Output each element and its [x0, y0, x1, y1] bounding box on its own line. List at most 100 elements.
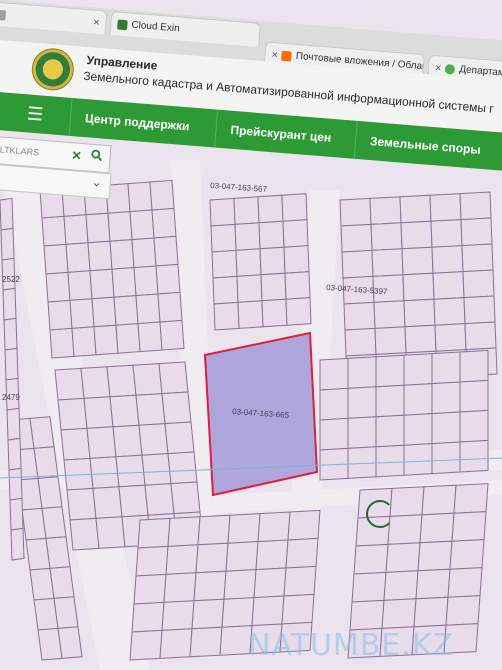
parcel[interactable]	[371, 248, 404, 277]
parcel[interactable]	[0, 197, 14, 231]
parcel[interactable]	[459, 439, 489, 473]
parcel[interactable]	[165, 544, 199, 575]
parcel[interactable]	[460, 217, 493, 247]
parcel[interactable]	[138, 423, 169, 456]
parcel[interactable]	[53, 596, 79, 629]
parcel[interactable]	[159, 628, 193, 659]
parcel[interactable]	[235, 248, 262, 277]
parcel[interactable]	[109, 394, 140, 428]
parcel[interactable]	[45, 536, 71, 569]
parcel[interactable]	[9, 497, 24, 531]
parcel[interactable]	[155, 263, 181, 295]
parcel[interactable]	[133, 265, 159, 297]
parcel[interactable]	[10, 527, 25, 561]
parcel[interactable]	[431, 441, 461, 475]
parcel[interactable]	[255, 539, 289, 571]
parcel[interactable]	[210, 223, 237, 253]
parcel[interactable]	[163, 572, 197, 603]
tab-close-icon[interactable]: ×	[93, 16, 100, 28]
parcel[interactable]	[107, 211, 133, 242]
parcel[interactable]	[69, 517, 100, 551]
parcel[interactable]	[399, 194, 432, 224]
parcel[interactable]	[370, 222, 403, 251]
parcel[interactable]	[151, 207, 177, 239]
parcel[interactable]	[433, 297, 466, 326]
parcel[interactable]	[127, 181, 153, 213]
parcel[interactable]	[95, 516, 126, 549]
parcel[interactable]	[374, 326, 407, 355]
parcel[interactable]	[41, 506, 67, 539]
parcel[interactable]	[236, 274, 263, 303]
parcel[interactable]	[7, 437, 22, 471]
parcel[interactable]	[431, 411, 461, 445]
parcel[interactable]	[29, 416, 55, 449]
parcel[interactable]	[431, 351, 461, 385]
parcel[interactable]	[287, 509, 321, 541]
parcel[interactable]	[212, 275, 239, 305]
parcel[interactable]	[115, 323, 141, 354]
parcel[interactable]	[167, 516, 201, 547]
parcel[interactable]	[164, 421, 195, 455]
parcel[interactable]	[189, 626, 223, 658]
parcel[interactable]	[404, 324, 437, 354]
parcel[interactable]	[375, 444, 405, 478]
parcel[interactable]	[434, 323, 467, 352]
parcel[interactable]	[281, 193, 308, 222]
parcel[interactable]	[319, 417, 349, 451]
parcel[interactable]	[131, 237, 157, 269]
parcel[interactable]	[149, 179, 175, 211]
parcel[interactable]	[284, 271, 311, 300]
parcel[interactable]	[351, 571, 387, 603]
parcel[interactable]	[71, 326, 97, 357]
parcel[interactable]	[285, 537, 319, 569]
parcel[interactable]	[69, 298, 95, 329]
parcel[interactable]	[83, 396, 114, 429]
parcel[interactable]	[225, 541, 259, 572]
parcel[interactable]	[221, 597, 255, 628]
parcel[interactable]	[431, 381, 461, 415]
parcel[interactable]	[213, 301, 240, 331]
parcel[interactable]	[195, 542, 229, 574]
parcel[interactable]	[383, 570, 419, 601]
parcel[interactable]	[60, 427, 91, 461]
parcel[interactable]	[135, 393, 166, 426]
parcel[interactable]	[115, 454, 146, 488]
parcel[interactable]	[251, 595, 285, 627]
parcel[interactable]	[463, 295, 496, 325]
parcel[interactable]	[462, 269, 495, 299]
parcel[interactable]	[118, 484, 149, 518]
parcel[interactable]	[89, 456, 120, 489]
parcel[interactable]	[197, 514, 231, 546]
parcel[interactable]	[259, 246, 286, 276]
parcel[interactable]	[80, 366, 111, 399]
parcel[interactable]	[133, 573, 167, 605]
parcel[interactable]	[33, 446, 59, 479]
parcel[interactable]	[385, 542, 421, 573]
parcel[interactable]	[343, 301, 376, 331]
parcel[interactable]	[135, 545, 169, 577]
parcel[interactable]	[161, 600, 195, 631]
parcel[interactable]	[464, 321, 497, 351]
parcel[interactable]	[403, 383, 433, 416]
parcel[interactable]	[349, 599, 385, 631]
parcel[interactable]	[417, 540, 453, 572]
parcel[interactable]	[339, 197, 372, 227]
tab-close-icon[interactable]: ×	[271, 48, 278, 60]
parcel[interactable]	[319, 387, 349, 421]
parcel[interactable]	[87, 240, 113, 272]
parcel[interactable]	[135, 293, 161, 325]
parcel[interactable]	[66, 487, 97, 521]
parcel[interactable]	[401, 246, 434, 276]
parcel[interactable]	[369, 196, 402, 225]
parcel[interactable]	[381, 598, 417, 629]
parcel[interactable]	[341, 249, 374, 279]
parcel[interactable]	[132, 363, 163, 396]
parcel[interactable]	[459, 349, 489, 383]
parcel[interactable]	[111, 267, 137, 298]
parcel[interactable]	[403, 353, 433, 386]
parcel[interactable]	[141, 453, 172, 486]
parcel[interactable]	[37, 476, 63, 509]
parcel[interactable]	[63, 214, 89, 245]
parcel[interactable]	[233, 196, 260, 225]
parcel[interactable]	[41, 215, 67, 247]
